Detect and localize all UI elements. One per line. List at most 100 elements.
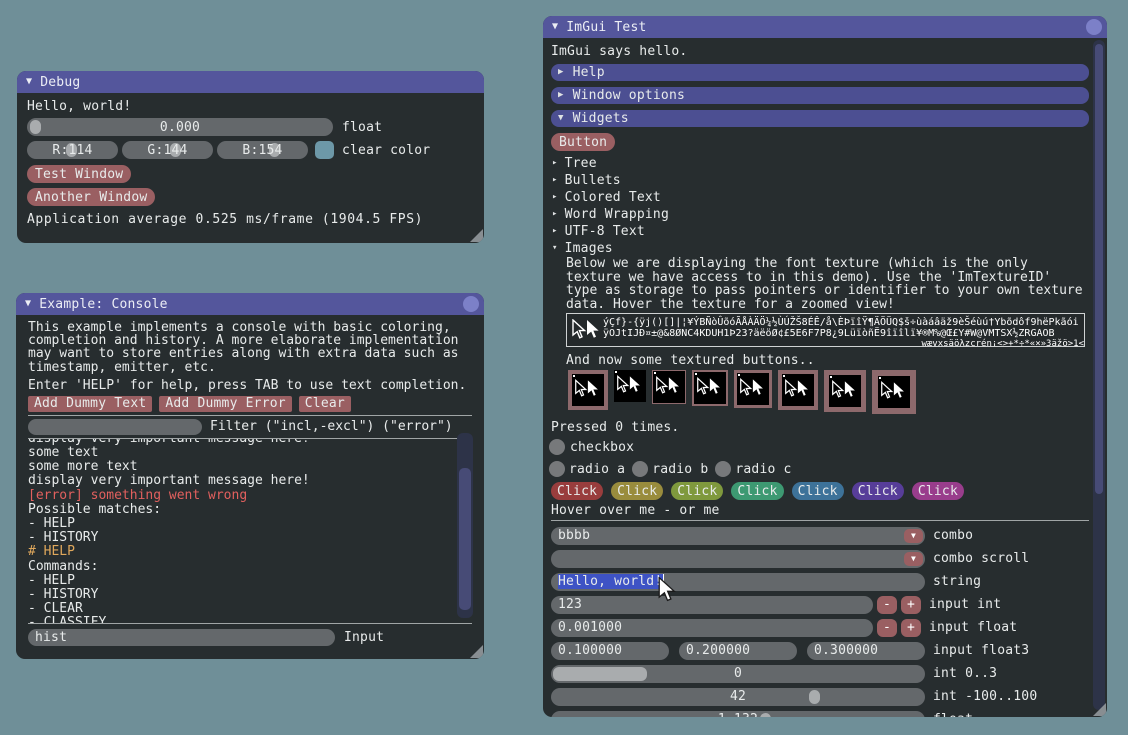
- input-int-field[interactable]: 123: [551, 596, 873, 614]
- tree-node-images[interactable]: ▾ Images: [551, 240, 1107, 257]
- filter-input[interactable]: [28, 419, 202, 435]
- clear-color-label: clear color: [342, 143, 430, 158]
- click-button-2[interactable]: Click: [611, 482, 663, 500]
- console-titlebar[interactable]: ▼ Example: Console: [16, 293, 484, 315]
- header-help[interactable]: ▶ Help: [551, 64, 1089, 81]
- log-line: Possible matches:: [28, 503, 472, 517]
- tree-node-word-wrapping[interactable]: ▸ Word Wrapping: [551, 206, 1107, 223]
- header-window-options[interactable]: ▶ Window options: [551, 87, 1089, 104]
- minus-button[interactable]: -: [877, 596, 897, 614]
- combo-label: combo: [933, 528, 973, 543]
- collapsed-arrow-icon: ▶: [558, 68, 564, 77]
- checkbox[interactable]: [549, 439, 565, 455]
- minus-button[interactable]: -: [877, 619, 897, 637]
- input-float3-z[interactable]: 0.300000: [807, 642, 925, 660]
- slider-value: R:114: [27, 143, 118, 158]
- button-widget[interactable]: Button: [551, 133, 615, 151]
- string-input-value: Hello, world!: [558, 574, 664, 589]
- combo-arrow-icon[interactable]: ▼: [904, 529, 923, 543]
- test-window-button[interactable]: Test Window: [27, 165, 131, 183]
- tree-node-bullets[interactable]: ▸ Bullets: [551, 172, 1107, 189]
- click-button-6[interactable]: Click: [852, 482, 904, 500]
- image-button[interactable]: [568, 370, 608, 410]
- console-intro-text: This example implements a console with b…: [28, 321, 472, 374]
- float-slider[interactable]: 0.000: [27, 118, 333, 136]
- input-float3-label: input float3: [933, 643, 1029, 658]
- texture-pixel: [695, 373, 697, 375]
- click-button-4[interactable]: Click: [731, 482, 783, 500]
- radio-b[interactable]: [632, 461, 648, 477]
- font-texture-image[interactable]: ýÇf}-{ÿj()[]|¦¥ÝBÑòÛõóÃÅÀÄÖ¼½ÙÚŽŠ8ÉÊ/å\È…: [566, 313, 1085, 347]
- click-button-7[interactable]: Click: [912, 482, 964, 500]
- console-command-input[interactable]: hist: [28, 629, 335, 646]
- log-line: display very important message here!: [28, 474, 472, 488]
- image-button[interactable]: [734, 370, 772, 408]
- color-slider-b[interactable]: B:154: [217, 141, 308, 159]
- int-slider[interactable]: 42: [551, 688, 925, 706]
- resize-grip[interactable]: [470, 645, 483, 658]
- click-button-1[interactable]: Click: [551, 482, 603, 500]
- close-button[interactable]: [463, 296, 479, 312]
- click-button-5[interactable]: Click: [792, 482, 844, 500]
- log-line: - HELP: [28, 517, 472, 531]
- image-button[interactable]: [652, 370, 686, 404]
- radio-a[interactable]: [549, 461, 565, 477]
- color-slider-r[interactable]: R:114: [27, 141, 118, 159]
- tree-node-colored-text[interactable]: ▸ Colored Text: [551, 189, 1107, 206]
- input-float-field[interactable]: 0.001000: [551, 619, 873, 637]
- plus-button[interactable]: +: [901, 619, 921, 637]
- color-slider-g[interactable]: G:144: [122, 141, 213, 159]
- imgui-test-scrollbar[interactable]: [1093, 40, 1105, 710]
- hover-text[interactable]: Hover over me - or me: [551, 503, 1107, 517]
- font-texture-glyph-row: ÿOJtIJÐ¤±@&8ØNC4KDUH1Þ23?äëöØ¢£5E6F7P8¿9…: [603, 328, 1084, 339]
- image-button[interactable]: [778, 370, 818, 410]
- add-dummy-error-button[interactable]: Add Dummy Error: [159, 396, 291, 412]
- console-help-text: Enter 'HELP' for help, press TAB to use …: [28, 378, 472, 391]
- console-scrollbar-thumb[interactable]: [459, 468, 471, 610]
- tree-node-utf8-text[interactable]: ▸ UTF-8 Text: [551, 223, 1107, 240]
- collapse-arrow-icon[interactable]: ▼: [26, 77, 32, 87]
- float-slider[interactable]: 1.132: [551, 711, 925, 718]
- cursor-glyphs-icon: [574, 379, 600, 399]
- clear-button[interactable]: Clear: [299, 396, 351, 412]
- collapse-arrow-icon[interactable]: ▼: [25, 299, 31, 309]
- image-button[interactable]: [824, 370, 866, 412]
- radio-c[interactable]: [715, 461, 731, 477]
- cursor-glyphs-icon: [880, 381, 906, 401]
- console-scrollbar[interactable]: [457, 433, 473, 618]
- input-int-row: 123 - + input int: [551, 593, 1107, 616]
- texture-pixel: [738, 374, 740, 376]
- input-float3-x[interactable]: 0.100000: [551, 642, 669, 660]
- combo-select[interactable]: bbbb ▼: [551, 527, 925, 545]
- header-widgets[interactable]: ▼ Widgets: [551, 110, 1089, 127]
- texture-pixel: [830, 376, 832, 378]
- string-input[interactable]: Hello, world!: [551, 573, 925, 591]
- imgui-test-scrollbar-thumb[interactable]: [1095, 44, 1103, 494]
- image-button[interactable]: [872, 370, 916, 414]
- close-button[interactable]: [1086, 19, 1102, 35]
- console-window[interactable]: ▼ Example: Console This example implemen…: [16, 293, 484, 659]
- resize-grip[interactable]: [1093, 703, 1106, 716]
- plus-button[interactable]: +: [901, 596, 921, 614]
- color-swatch[interactable]: [315, 141, 334, 159]
- click-button-3[interactable]: Click: [671, 482, 723, 500]
- imgui-test-titlebar[interactable]: ▼ ImGui Test: [543, 16, 1107, 38]
- collapse-arrow-icon[interactable]: ▼: [552, 22, 558, 32]
- console-log[interactable]: display very important message here! som…: [28, 439, 472, 623]
- resize-grip[interactable]: [470, 229, 483, 242]
- tree-node-tree[interactable]: ▸ Tree: [551, 155, 1107, 172]
- input-float3-y[interactable]: 0.200000: [679, 642, 797, 660]
- another-window-button[interactable]: Another Window: [27, 188, 155, 206]
- debug-window[interactable]: ▼ Debug Hello, world! 0.000 float R:114 …: [17, 71, 484, 243]
- imgui-test-window[interactable]: ▼ ImGui Test ImGui says hello. ▶ Help ▶ …: [543, 16, 1107, 717]
- combo-scroll-select[interactable]: ▼: [551, 550, 925, 568]
- int-0-3-slider[interactable]: 0: [551, 665, 925, 683]
- string-row: Hello, world! string: [551, 570, 1107, 593]
- font-texture-glyph-row: ýÇf}-{ÿj()[]|¦¥ÝBÑòÛõóÃÅÀÄÖ¼½ÙÚŽŠ8ÉÊ/å\È…: [603, 317, 1084, 328]
- image-button[interactable]: [692, 370, 728, 406]
- debug-titlebar[interactable]: ▼ Debug: [17, 71, 484, 93]
- image-button[interactable]: [614, 370, 646, 402]
- add-dummy-text-button[interactable]: Add Dummy Text: [28, 396, 152, 412]
- header-label: Widgets: [573, 111, 629, 126]
- combo-arrow-icon[interactable]: ▼: [904, 552, 923, 566]
